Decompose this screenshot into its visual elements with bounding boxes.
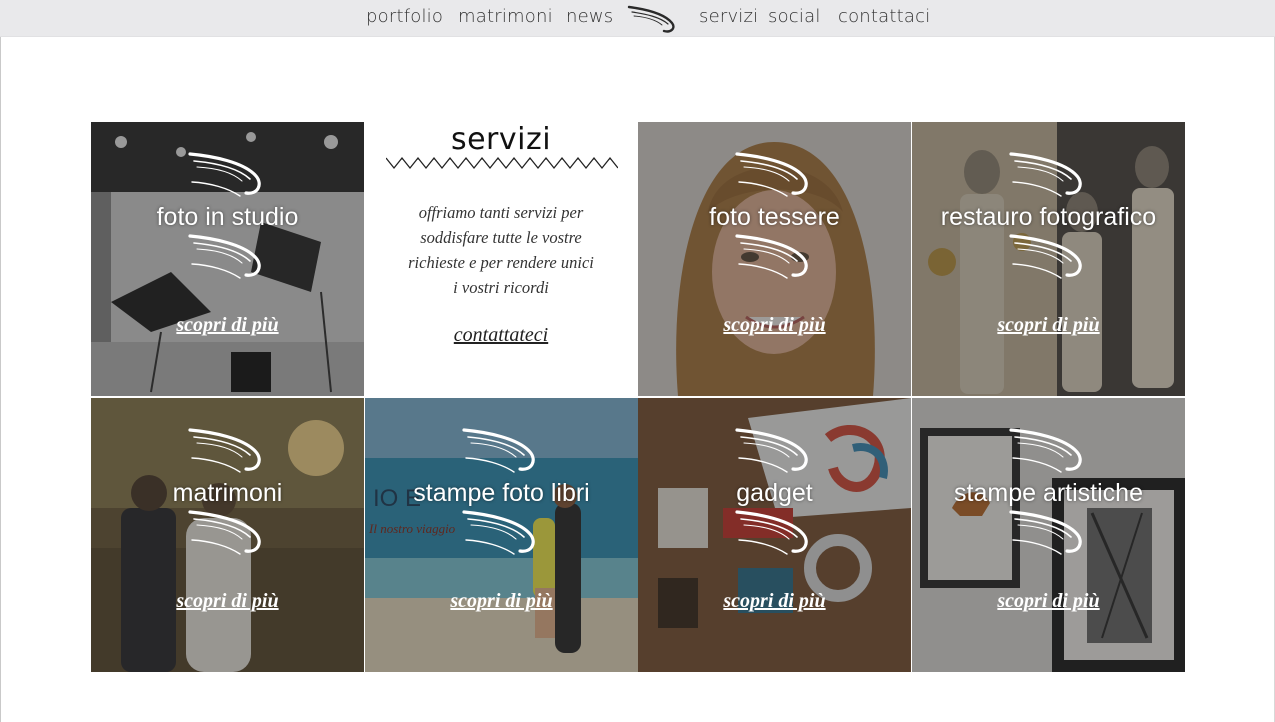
discover-more-link[interactable]: scopri di più bbox=[91, 590, 364, 613]
swash-flourish-icon bbox=[188, 150, 268, 200]
nav-link-portfolio[interactable]: portfolio bbox=[366, 6, 443, 27]
swash-flourish-icon bbox=[735, 426, 815, 476]
service-tile-restauro-fotografico[interactable]: restauro fotografico scopri di più bbox=[912, 122, 1185, 396]
swash-flourish-icon bbox=[188, 426, 268, 476]
service-tile-matrimoni[interactable]: matrimoni scopri di più bbox=[91, 398, 364, 672]
nav-link-servizi[interactable]: servizi bbox=[699, 6, 758, 27]
tile-title: restauro fotografico bbox=[940, 203, 1157, 231]
swash-flourish-icon bbox=[1009, 232, 1089, 282]
services-intro-panel: servizi offriamo tanti servizi per soddi… bbox=[364, 122, 638, 397]
swash-flourish-icon bbox=[1009, 150, 1089, 200]
swash-flourish-icon bbox=[462, 508, 542, 558]
top-navigation: portfolio matrimoni news servizi social … bbox=[0, 0, 1275, 37]
service-tile-stampe-artistiche[interactable]: stampe artistiche scopri di più bbox=[912, 398, 1185, 672]
swash-flourish-icon bbox=[462, 426, 542, 476]
service-tile-gadget[interactable]: gadget scopri di più bbox=[638, 398, 911, 672]
nav-link-social[interactable]: social bbox=[768, 6, 821, 27]
swash-flourish-icon bbox=[188, 232, 268, 282]
contact-us-link[interactable]: contattateci bbox=[364, 324, 638, 347]
swash-flourish-icon bbox=[735, 232, 815, 282]
discover-more-link[interactable]: scopri di più bbox=[638, 590, 911, 613]
tile-title: gadget bbox=[736, 479, 813, 507]
section-description: offriamo tanti servizi per soddisfare tu… bbox=[408, 203, 594, 297]
tile-title: matrimoni bbox=[172, 479, 283, 507]
tile-title: stampe artistiche bbox=[954, 479, 1143, 507]
zigzag-divider-icon bbox=[386, 156, 618, 170]
swash-flourish-icon bbox=[1009, 426, 1089, 476]
swash-logo-icon[interactable] bbox=[626, 3, 682, 35]
discover-more-link[interactable]: scopri di più bbox=[912, 314, 1185, 337]
service-tile-foto-in-studio[interactable]: foto in studio scopri di più bbox=[91, 122, 364, 396]
discover-more-link[interactable]: scopri di più bbox=[638, 314, 911, 337]
discover-more-link[interactable]: scopri di più bbox=[365, 590, 638, 613]
nav-link-contattaci[interactable]: contattaci bbox=[838, 6, 930, 27]
section-title: servizi bbox=[450, 122, 552, 157]
swash-flourish-icon bbox=[735, 508, 815, 558]
service-tile-stampe-foto-libri[interactable]: IO E Il nostro viaggio stampe foto libri… bbox=[365, 398, 638, 672]
swash-flourish-icon bbox=[1009, 508, 1089, 558]
tile-title: foto in studio bbox=[156, 203, 299, 231]
discover-more-link[interactable]: scopri di più bbox=[91, 314, 364, 337]
page-frame-left bbox=[0, 0, 1, 722]
discover-more-link[interactable]: scopri di più bbox=[912, 590, 1185, 613]
tile-title: foto tessere bbox=[709, 203, 840, 231]
nav-link-news[interactable]: news bbox=[566, 6, 613, 27]
tile-title: stampe foto libri bbox=[413, 479, 590, 507]
swash-flourish-icon bbox=[735, 150, 815, 200]
nav-link-matrimoni[interactable]: matrimoni bbox=[458, 6, 553, 27]
service-tile-foto-tessere[interactable]: foto tessere scopri di più bbox=[638, 122, 911, 396]
swash-flourish-icon bbox=[188, 508, 268, 558]
